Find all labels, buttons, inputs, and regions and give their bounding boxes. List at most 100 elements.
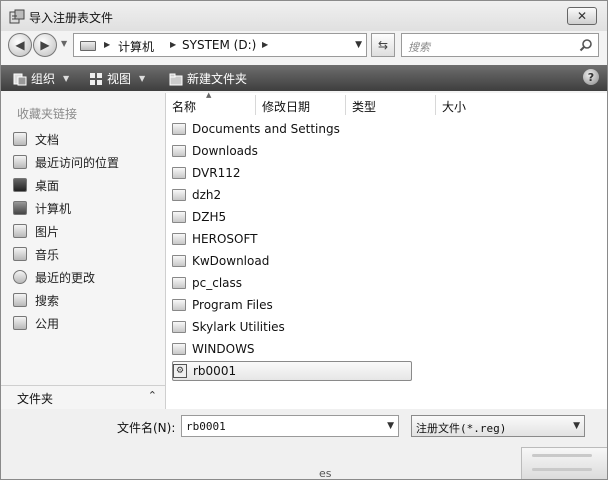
address-dropdown-icon[interactable]: ▼ — [355, 40, 362, 50]
organize-icon — [13, 73, 27, 85]
help-glyph: ? — [587, 70, 595, 84]
list-item-label: DVR112 — [192, 166, 241, 180]
breadcrumb-computer[interactable]: 计算机 — [118, 38, 154, 55]
sort-ascending-icon: ▲ — [206, 91, 212, 99]
list-item[interactable]: Program Files — [172, 295, 412, 315]
sidebar-item-label: 桌面 — [35, 178, 60, 193]
sidebar-item-computer[interactable]: 计算机 — [13, 198, 71, 218]
folder-icon — [172, 321, 186, 333]
sidebar-item-label: 图片 — [35, 224, 60, 239]
column-header-size[interactable]: 大小 — [436, 95, 526, 115]
recent-pages-dropdown[interactable]: ▼ — [61, 39, 67, 48]
list-item-label: Program Files — [192, 298, 273, 312]
new-folder-label: 新建文件夹 — [187, 72, 248, 86]
sidebar-item-desktop[interactable]: 桌面 — [13, 175, 59, 195]
filename-value: rb0001 — [186, 420, 226, 433]
views-label: 视图 — [107, 72, 132, 86]
file-list: ▲ 名称 修改日期 类型 大小 Documents and Settings D… — [165, 91, 607, 409]
sidebar-item-documents[interactable]: 文档 — [13, 129, 59, 149]
list-item[interactable]: Downloads — [172, 141, 412, 161]
list-item[interactable]: KwDownload — [172, 251, 412, 271]
arrow-left-icon: ◀ — [15, 38, 25, 52]
folder-icon — [172, 233, 186, 245]
list-item[interactable]: Skylark Utilities — [172, 317, 412, 337]
sidebar-item-label: 最近的更改 — [35, 270, 96, 285]
navigation-pane: 收藏夹链接 文档 最近访问的位置 桌面 计算机 图片 音乐 最近的更改 搜索 公… — [1, 93, 165, 409]
refresh-button[interactable]: ⇆ — [371, 33, 395, 57]
list-item-label: rb0001 — [193, 364, 237, 378]
search-icon[interactable] — [579, 38, 593, 52]
sidebar-item-recent-places[interactable]: 最近访问的位置 — [13, 152, 119, 172]
list-item[interactable]: WINDOWS — [172, 339, 412, 359]
list-item-label: dzh2 — [192, 188, 222, 202]
list-item-label: KwDownload — [192, 254, 270, 268]
organize-button[interactable]: 组织 ▼ — [13, 70, 69, 87]
sidebar-item-public[interactable]: 公用 — [13, 313, 59, 333]
list-item-selected[interactable]: ⚙ rb0001 — [172, 361, 412, 381]
desktop-icon — [13, 178, 27, 192]
chevron-down-icon[interactable]: ▼ — [387, 421, 394, 431]
folder-icon — [172, 277, 186, 289]
column-header-name[interactable]: ▲ 名称 — [166, 91, 256, 115]
folder-icon — [172, 299, 186, 311]
search-input[interactable]: 搜索 — [401, 33, 599, 57]
window-title: 导入注册表文件 — [29, 11, 114, 25]
help-icon[interactable]: ? — [583, 69, 599, 85]
new-folder-icon — [169, 73, 183, 85]
folder-icon — [172, 255, 186, 267]
list-item[interactable]: HEROSOFT — [172, 229, 412, 249]
list-item-label: HEROSOFT — [192, 232, 258, 246]
resize-grip[interactable] — [521, 447, 607, 479]
folder-icon — [172, 123, 186, 135]
views-button[interactable]: 视图 ▼ — [89, 70, 145, 87]
folder-icon — [172, 211, 186, 223]
registry-file-icon: ⚙ — [173, 364, 187, 378]
drive-icon — [80, 41, 96, 51]
recent-changes-icon — [13, 270, 27, 284]
column-header-label: 大小 — [442, 100, 467, 114]
address-bar[interactable]: ▶ 计算机 ▶ SYSTEM (D:) ▶ ▼ — [73, 33, 367, 57]
filename-input[interactable]: rb0001 ▼ — [181, 415, 399, 437]
music-icon — [13, 247, 27, 261]
import-registry-dialog: 导入注册表文件 ✕ ◀ ▶ ▼ ▶ 计算机 ▶ SYSTEM (D:) ▶ ▼ … — [0, 0, 608, 480]
refresh-icon: ⇆ — [377, 38, 389, 52]
favorite-links-header: 收藏夹链接 — [17, 107, 78, 121]
folders-toggle[interactable]: 文件夹 ⌃ — [1, 385, 165, 409]
folder-icon — [172, 189, 186, 201]
sidebar-item-pictures[interactable]: 图片 — [13, 221, 59, 241]
sidebar-item-searches[interactable]: 搜索 — [13, 290, 59, 310]
grip-line — [532, 454, 592, 457]
breadcrumb-separator-icon[interactable]: ▶ — [170, 40, 176, 49]
sidebar-item-recent-changes[interactable]: 最近的更改 — [13, 267, 95, 287]
list-item[interactable]: pc_class — [172, 273, 412, 293]
filename-label: 文件名(N): — [117, 421, 176, 435]
list-item-label: Skylark Utilities — [192, 320, 285, 334]
list-item[interactable]: Documents and Settings — [172, 119, 412, 139]
chevron-down-icon: ▼ — [63, 74, 70, 83]
breadcrumb-separator-icon[interactable]: ▶ — [104, 40, 110, 49]
partial-text: es — [319, 467, 332, 480]
views-icon — [90, 72, 102, 85]
back-button[interactable]: ◀ — [8, 33, 32, 57]
column-header-type[interactable]: 类型 — [346, 95, 436, 115]
sidebar-item-label: 搜索 — [35, 293, 60, 308]
list-item[interactable]: DZH5 — [172, 207, 412, 227]
breadcrumb-drive[interactable]: SYSTEM (D:) — [182, 38, 256, 52]
list-item[interactable]: dzh2 — [172, 185, 412, 205]
column-header-date-modified[interactable]: 修改日期 — [256, 95, 346, 115]
folder-icon — [172, 145, 186, 157]
file-name-area: 文件名(N): rb0001 ▼ 注册文件(*.reg) ▼ es — [1, 409, 607, 480]
list-item[interactable]: DVR112 — [172, 163, 412, 183]
recent-places-icon — [13, 155, 27, 169]
filetype-select[interactable]: 注册文件(*.reg) ▼ — [411, 415, 585, 437]
document-icon — [13, 132, 27, 146]
column-header-label: 类型 — [352, 100, 377, 114]
folder-icon — [172, 343, 186, 355]
forward-button[interactable]: ▶ — [33, 33, 57, 57]
close-button[interactable]: ✕ — [567, 7, 597, 25]
list-item-label: WINDOWS — [192, 342, 255, 356]
new-folder-button[interactable]: 新建文件夹 — [169, 70, 247, 87]
sidebar-item-music[interactable]: 音乐 — [13, 244, 59, 264]
breadcrumb-separator-icon[interactable]: ▶ — [262, 40, 268, 49]
sidebar-item-label: 最近访问的位置 — [35, 155, 120, 170]
